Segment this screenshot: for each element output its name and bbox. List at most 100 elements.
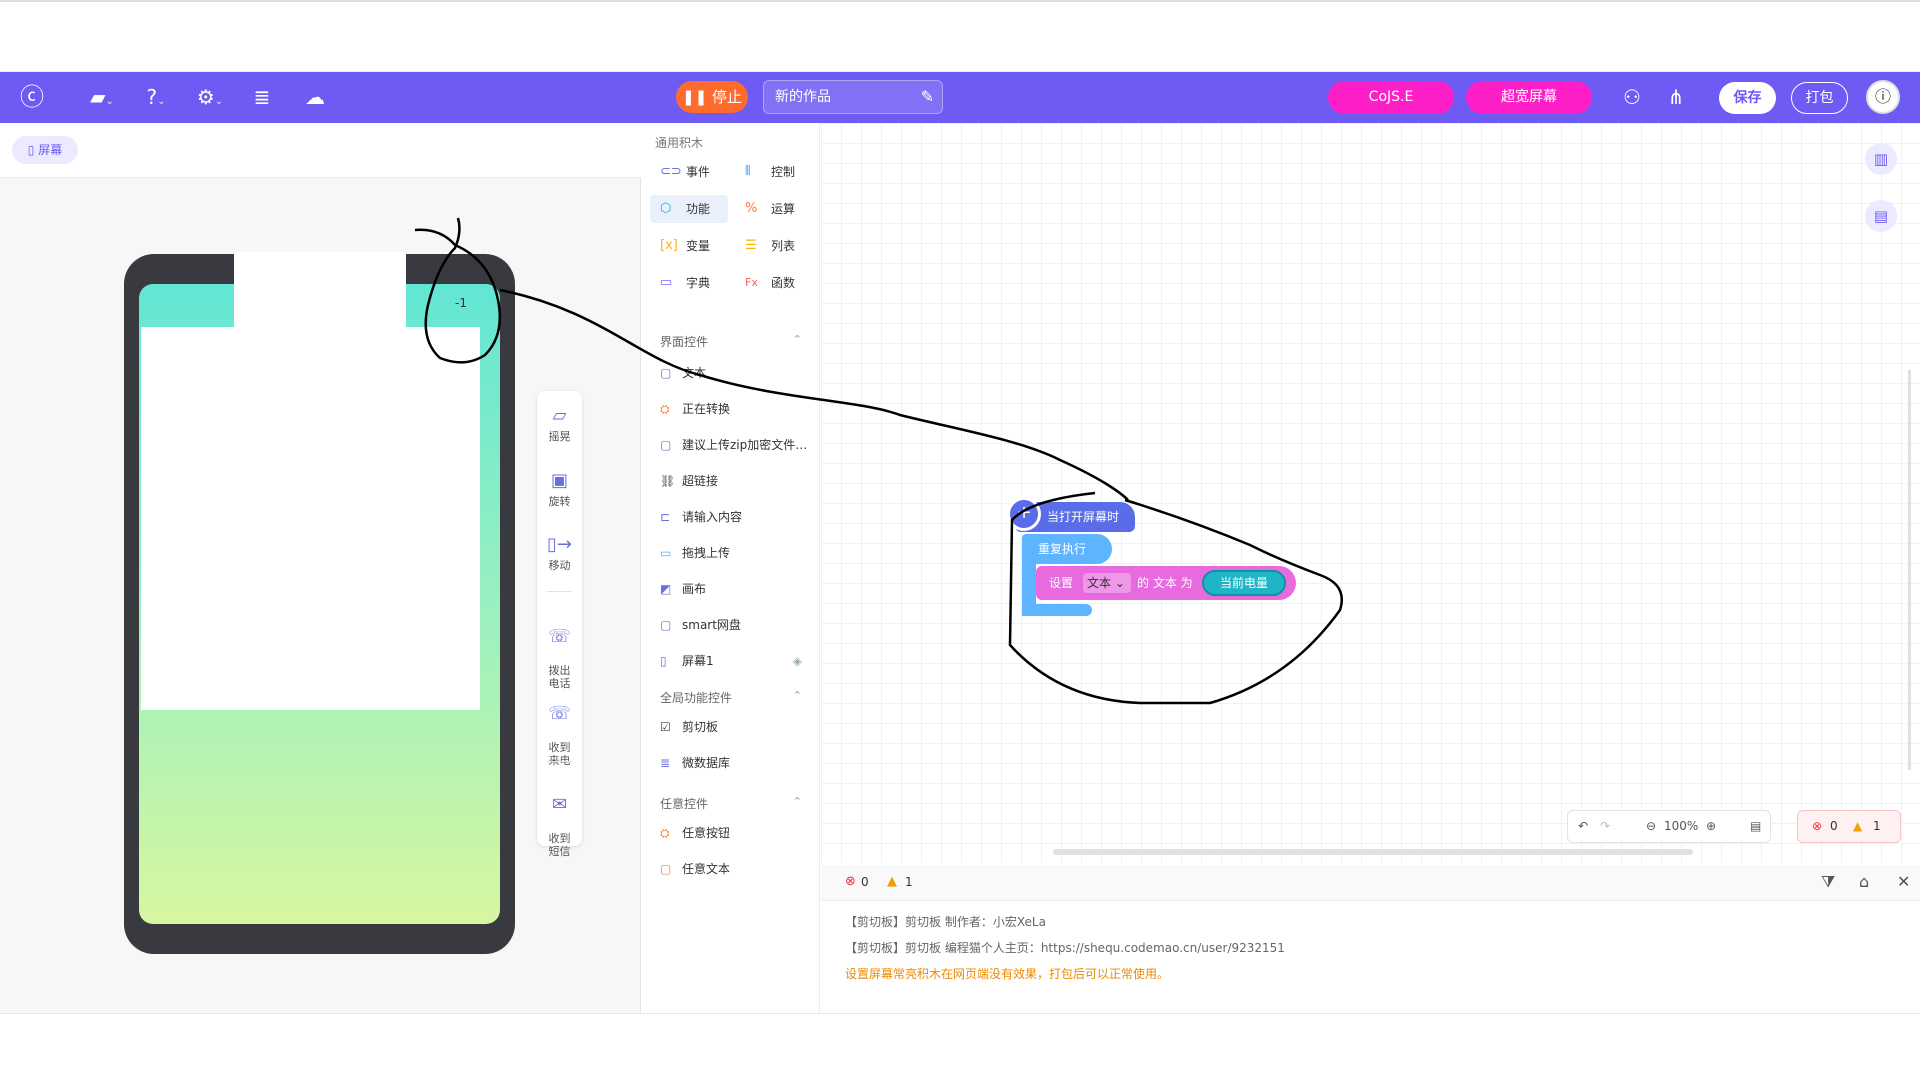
tools-divider — [547, 591, 572, 592]
filter-icon[interactable]: ⧩ — [1821, 872, 1835, 892]
clear-icon[interactable]: ⌂ — [1859, 872, 1869, 891]
palette-item-clipboard[interactable]: ☑ 剪切板 — [660, 717, 718, 737]
category-list[interactable]: ☰ 列表 — [735, 232, 813, 260]
chevron-up-icon[interactable]: ⌃ — [793, 795, 802, 808]
ui-controls-section[interactable]: 界面控件 ⌃ — [660, 333, 802, 350]
warning-icon[interactable]: ▲ — [887, 874, 897, 889]
chart-icon[interactable]: ▥ — [1865, 143, 1897, 175]
folder-icon[interactable]: ▰⌄ — [82, 85, 122, 114]
text-widget-icon: ▢ — [660, 862, 672, 876]
gear-icon[interactable]: ⚙⌄ — [192, 85, 228, 114]
console-log-line: 【剪切板】剪切板 编程猫个人主页：https://shequ.codemao.c… — [845, 941, 1285, 955]
widget-icon: ⛭ — [660, 826, 670, 840]
palette-item-canvas[interactable]: ◩ 画布 — [660, 579, 706, 599]
codemao-logo-icon[interactable]: ⓒ — [14, 85, 50, 109]
move-tool[interactable]: ▯→ 移动 — [537, 534, 582, 572]
pause-icon: ❚❚ — [682, 88, 708, 106]
sms-tool[interactable]: ✉ 收到 短信 — [537, 781, 582, 858]
text-widget-icon: ▢ — [660, 366, 672, 380]
zoom-level: 100% — [1664, 819, 1699, 833]
phone-incoming-icon: ☏ — [548, 703, 571, 724]
call-out-tool[interactable]: ☏ 拨出 电话 — [537, 613, 582, 690]
palette-item-link[interactable]: ⛓ 超链接 — [660, 471, 718, 491]
wide-screen-button[interactable]: 超宽屏幕 — [1466, 81, 1592, 114]
share-icon[interactable]: ⋔ — [1661, 85, 1691, 109]
palette-item-text[interactable]: ▢ 文本 — [660, 363, 706, 383]
console-warning-count: 1 — [905, 875, 913, 889]
category-dictionary[interactable]: ▭ 字典 — [650, 269, 728, 297]
project-title-field[interactable]: 新的作品 ✎ — [763, 80, 943, 114]
operator-icon: % — [745, 201, 758, 216]
screen-tab[interactable]: ▯ 屏幕 — [12, 136, 78, 164]
item-label: 拖拽上传 — [682, 546, 731, 560]
edit-icon[interactable]: ✎ — [921, 81, 934, 113]
stop-button[interactable]: ❚❚ 停止 — [676, 81, 748, 113]
palette-item-screen1[interactable]: ▯ 屏幕1 ◈ — [660, 651, 802, 671]
category-event[interactable]: ⊂⊃ 事件 — [650, 158, 728, 186]
item-label: 超链接 — [682, 474, 719, 488]
palette-item-converting[interactable]: ⛭ 正在转换 — [660, 399, 730, 419]
zoom-in-icon[interactable]: ⊕ — [1706, 811, 1716, 842]
widget-icon: ⛭ — [660, 402, 670, 416]
input-widget-icon: ⊏ — [660, 510, 671, 524]
any-controls-section[interactable]: 任意控件 ⌃ — [660, 795, 802, 812]
move-label: 移动 — [548, 559, 571, 572]
global-controls-section[interactable]: 全局功能控件 ⌃ — [660, 689, 802, 706]
undo-icon[interactable]: ↶ — [1578, 811, 1588, 842]
top-divider — [0, 0, 1920, 2]
plus-icon[interactable]: + — [1007, 497, 1041, 531]
cloud-alert-icon[interactable]: ☁ — [300, 85, 330, 109]
chevron-up-icon[interactable]: ⌃ — [793, 689, 802, 702]
archive-icon[interactable]: ▤ — [1865, 200, 1897, 232]
loop-block-label: 重复执行 — [1038, 542, 1087, 556]
align-icon[interactable]: ▤ — [1750, 811, 1761, 842]
target-label: 文本 — [1087, 576, 1112, 590]
set-middle: 的 文本 为 — [1137, 576, 1193, 590]
palette-item-drag-upload[interactable]: ▭ 拖拽上传 — [660, 543, 730, 563]
palette-item-smart-drive[interactable]: ▢ smart网盘 — [660, 615, 741, 635]
palette-item-zip-tip[interactable]: ▢ 建议上传zip加密文件… — [660, 435, 807, 455]
error-icon[interactable]: ⊗ — [845, 874, 856, 889]
main-toolbar: ⓒ ▰⌄ ?⌄ ⚙⌄ ≣ ☁ ❚❚ 停止 新的作品 ✎ CoJS.E 超宽屏幕 … — [0, 72, 1920, 123]
palette-item-any-button[interactable]: ⛭ 任意按钮 — [660, 823, 730, 843]
tools-divider — [547, 761, 572, 762]
top-chrome-strip — [0, 0, 1920, 72]
sensor-toolbar: ▱ 摇晃 ▣ 旋转 ▯→ 移动 ☏ 拨出 电话 ☏ 收到 来电 ✉ 收到 短信 — [537, 391, 582, 858]
category-function[interactable]: ⬡ 功能 — [650, 195, 728, 223]
chevron-up-icon[interactable]: ⌃ — [793, 333, 802, 346]
block-workspace[interactable] — [821, 123, 1920, 863]
battery-level-block[interactable]: 当前电量 — [1202, 570, 1286, 596]
category-operator[interactable]: % 运算 — [735, 195, 813, 223]
help-icon[interactable]: ?⌄ — [138, 85, 174, 114]
avatar[interactable]: ⓘ — [1866, 80, 1900, 114]
move-icon: ▯→ — [547, 534, 572, 555]
category-control[interactable]: ⫴ 控制 — [735, 158, 813, 186]
rotate-tool[interactable]: ▣ 旋转 — [537, 470, 582, 508]
incoming-call-tool[interactable]: ☏ 收到 来电 — [537, 690, 582, 767]
set-text-block[interactable]: 设置 文本 ⌄ 的 文本 为 当前电量 — [1036, 566, 1296, 600]
zoom-out-icon[interactable]: ⊖ — [1646, 811, 1656, 842]
category-fx[interactable]: Fx 函数 — [735, 269, 813, 297]
collaborators-icon[interactable]: ⚇ — [1617, 85, 1647, 109]
palette-item-micro-db[interactable]: ≣ 微数据库 — [660, 753, 730, 773]
redo-icon[interactable]: ↷ — [1600, 811, 1610, 842]
pack-button[interactable]: 打包 — [1791, 82, 1848, 114]
database-icon[interactable]: ≣ — [248, 85, 276, 109]
palette-item-input[interactable]: ⊏ 请输入内容 — [660, 507, 742, 527]
category-variable[interactable]: [x] 变量 — [650, 232, 728, 260]
screen-content-area[interactable] — [141, 327, 480, 710]
close-icon[interactable]: ✕ — [1897, 872, 1910, 891]
save-button[interactable]: 保存 — [1719, 82, 1776, 114]
vertical-scrollbar[interactable] — [1908, 370, 1911, 770]
function-icon: ⬡ — [660, 201, 672, 216]
horizontal-scrollbar[interactable] — [1053, 849, 1693, 855]
layers-icon[interactable]: ◈ — [793, 651, 802, 671]
issue-counter[interactable]: ⊗ 0 ▲ 1 — [1797, 810, 1901, 843]
item-label: 建议上传zip加密文件… — [682, 438, 808, 452]
target-dropdown[interactable]: 文本 ⌄ — [1083, 573, 1131, 593]
preview-header — [0, 123, 641, 178]
palette-general-title: 通用积木 — [655, 136, 704, 150]
palette-item-any-text[interactable]: ▢ 任意文本 — [660, 859, 730, 879]
cojse-button[interactable]: CoJS.E — [1328, 81, 1454, 114]
shake-tool[interactable]: ▱ 摇晃 — [537, 405, 582, 443]
